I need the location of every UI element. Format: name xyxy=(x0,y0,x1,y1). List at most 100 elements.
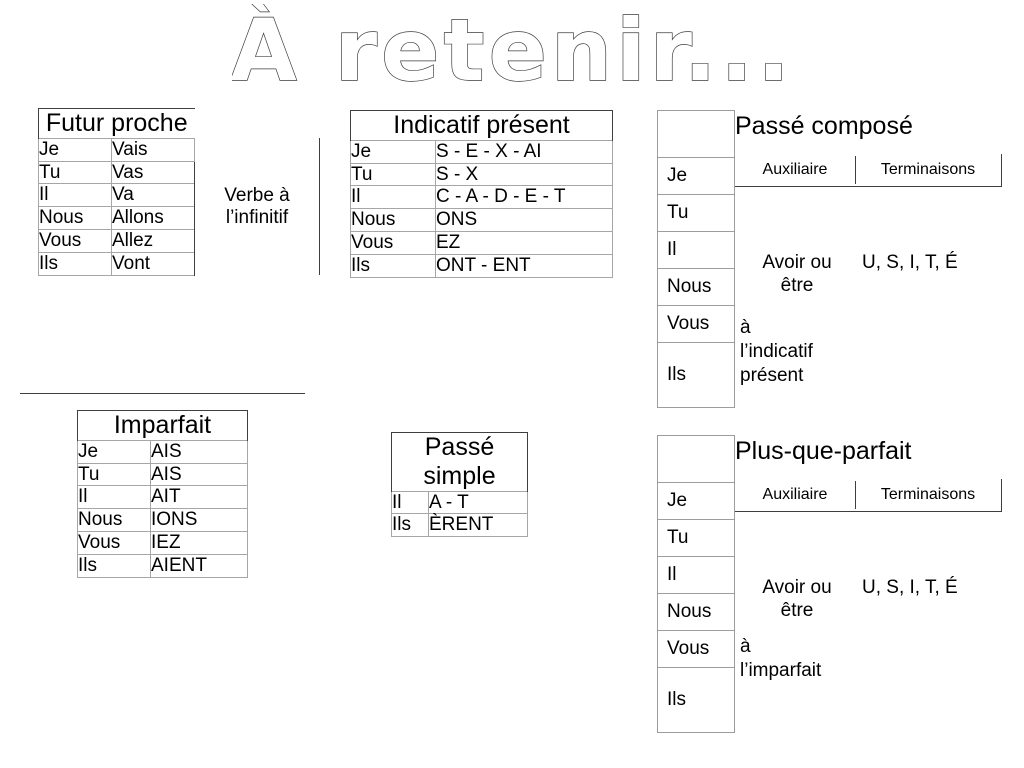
form-cell: IEZ xyxy=(150,531,248,555)
form-cell: ÈRENT xyxy=(428,513,528,538)
table-row: Nous xyxy=(657,268,735,306)
table-indicatif-present: Indicatif présent Je S - E - X - AI Tu S… xyxy=(350,110,613,278)
imparfait-title: Imparfait xyxy=(77,410,248,441)
pronoun-cell: Il xyxy=(657,556,735,594)
form-cell: AIS xyxy=(150,439,248,464)
table-row: Il xyxy=(657,231,735,269)
indicatif-present-title: Indicatif présent xyxy=(350,110,613,141)
pronoun-cell: Tu xyxy=(657,519,735,557)
passe-compose-auxiliaire-value: Avoir ou être xyxy=(762,252,832,296)
plus-que-parfait-header-auxiliaire: Auxiliaire xyxy=(762,486,828,503)
table-row: Il A - T xyxy=(391,490,528,515)
passe-compose-header-row: Auxiliaire Terminaisons xyxy=(735,154,1002,187)
table-row: Ils ÈRENT xyxy=(391,513,528,538)
pronoun-cell: Je xyxy=(77,439,151,464)
form-cell: AIT xyxy=(150,485,248,510)
pronoun-cell: Ils xyxy=(77,553,151,578)
table-row: Ils AIENT xyxy=(77,553,248,578)
table-row: Vous xyxy=(657,630,735,668)
table-row: Il AIT xyxy=(77,485,248,510)
pronoun-cell: Je xyxy=(657,157,735,195)
pronoun-cell: Nous xyxy=(657,268,735,306)
passe-compose-auxiliaire-note: à l’indicatif présent xyxy=(740,317,813,386)
pronoun-cell: Tu xyxy=(657,194,735,232)
pronoun-cell: Je xyxy=(350,139,436,164)
passe-compose-terminaisons-value: U, S, I, T, É xyxy=(862,252,958,273)
form-cell: Va xyxy=(111,183,195,208)
pronoun-cell: Je xyxy=(657,482,735,520)
pronoun-cell: Ils xyxy=(657,667,735,733)
passe-compose-header-auxiliaire: Auxiliaire xyxy=(762,161,828,178)
form-cell: AIS xyxy=(150,462,248,487)
passe-compose-header-terminaisons: Terminaisons xyxy=(880,161,976,178)
table-row xyxy=(657,435,735,483)
table-row: Ils ONT - ENT xyxy=(350,253,613,278)
pronoun-cell: Tu xyxy=(38,160,112,185)
pronoun-cell: Je xyxy=(38,137,112,162)
passe-simple-title: Passé simple xyxy=(391,432,528,491)
table-row: Je xyxy=(657,157,735,195)
pronoun-cell: Nous xyxy=(350,208,436,233)
plus-que-parfait-auxiliaire-note: à l’imparfait xyxy=(740,636,822,681)
plus-que-parfait-header-terminaisons: Terminaisons xyxy=(880,486,976,503)
table-row: Vous EZ xyxy=(350,231,613,255)
table-futur-proche: Futur proche Je Vais Verbe à l’infinitif… xyxy=(38,108,320,276)
table-row: Passé simple xyxy=(391,432,528,491)
pronoun-cell: Il xyxy=(657,231,735,269)
plus-que-parfait-auxiliaire-value: Avoir ou être xyxy=(762,577,832,621)
table-row: Nous xyxy=(657,593,735,631)
pronoun-cell: Vous xyxy=(38,229,112,253)
pronoun-cell: Nous xyxy=(38,206,112,231)
plus-que-parfait-terminaisons-value: U, S, I, T, É xyxy=(862,577,958,598)
page-title: À retenir... xyxy=(0,4,1024,104)
pronoun-cell: Ils xyxy=(657,342,735,408)
pronoun-cell: Il xyxy=(38,183,112,208)
pronoun-cell: Vous xyxy=(657,305,735,343)
pronoun-cell: Ils xyxy=(391,513,429,538)
futur-proche-title: Futur proche xyxy=(38,108,195,139)
plus-que-parfait-corner-cell xyxy=(657,435,735,483)
futur-proche-infinitive-note: Verbe à l’infinitif xyxy=(194,138,320,276)
pronoun-cell: Il xyxy=(391,490,429,515)
pronoun-cell: Ils xyxy=(38,251,112,276)
table-row: Imparfait xyxy=(77,410,248,441)
table-row: Vous IEZ xyxy=(77,531,248,555)
table-row: Il xyxy=(657,556,735,594)
form-cell: Allons xyxy=(111,206,195,231)
table-row xyxy=(657,110,735,158)
plus-que-parfait-pronoun-column: Je Tu Il Nous Vous Ils xyxy=(657,435,735,733)
table-row: Tu xyxy=(657,194,735,232)
form-cell: IONS xyxy=(150,508,248,533)
table-row: Indicatif présent xyxy=(350,110,613,141)
form-cell: Vais xyxy=(111,137,195,162)
table-passe-simple: Passé simple Il A - T Ils ÈRENT xyxy=(391,432,528,538)
form-cell: Allez xyxy=(111,229,195,253)
form-cell: C - A - D - E - T xyxy=(435,185,613,210)
pronoun-cell: Il xyxy=(77,485,151,510)
pronoun-cell: Tu xyxy=(350,162,436,187)
pronoun-cell: Nous xyxy=(77,508,151,533)
table-row: Ils xyxy=(657,667,735,733)
table-row: Je Vais Verbe à l’infinitif xyxy=(38,137,320,276)
table-row: Je AIS xyxy=(77,439,248,464)
pronoun-cell: Vous xyxy=(77,531,151,555)
table-row: Tu AIS xyxy=(77,462,248,487)
plus-que-parfait-header-row: Auxiliaire Terminaisons xyxy=(735,479,1002,512)
pronoun-cell: Vous xyxy=(657,630,735,668)
table-row: Ils xyxy=(657,342,735,408)
pronoun-cell: Tu xyxy=(77,462,151,487)
passe-compose-corner-cell xyxy=(657,110,735,158)
plus-que-parfait-title: Plus-que-parfait xyxy=(735,437,912,465)
slide-canvas: À retenir... Futur proche Je Vais Verbe … xyxy=(0,0,1024,768)
table-row: Tu xyxy=(657,519,735,557)
table-row: Futur proche xyxy=(38,108,320,139)
pronoun-cell: Vous xyxy=(350,231,436,255)
table-imparfait: Imparfait Je AIS Tu AIS Il AIT Nous IONS… xyxy=(77,410,248,578)
form-cell: Vont xyxy=(111,251,195,276)
table-row: Nous ONS xyxy=(350,208,613,233)
table-row: Je xyxy=(657,482,735,520)
table-row: Tu S - X xyxy=(350,162,613,187)
form-cell: EZ xyxy=(435,231,613,255)
table-row: Vous xyxy=(657,305,735,343)
form-cell: S - E - X - AI xyxy=(435,139,613,164)
